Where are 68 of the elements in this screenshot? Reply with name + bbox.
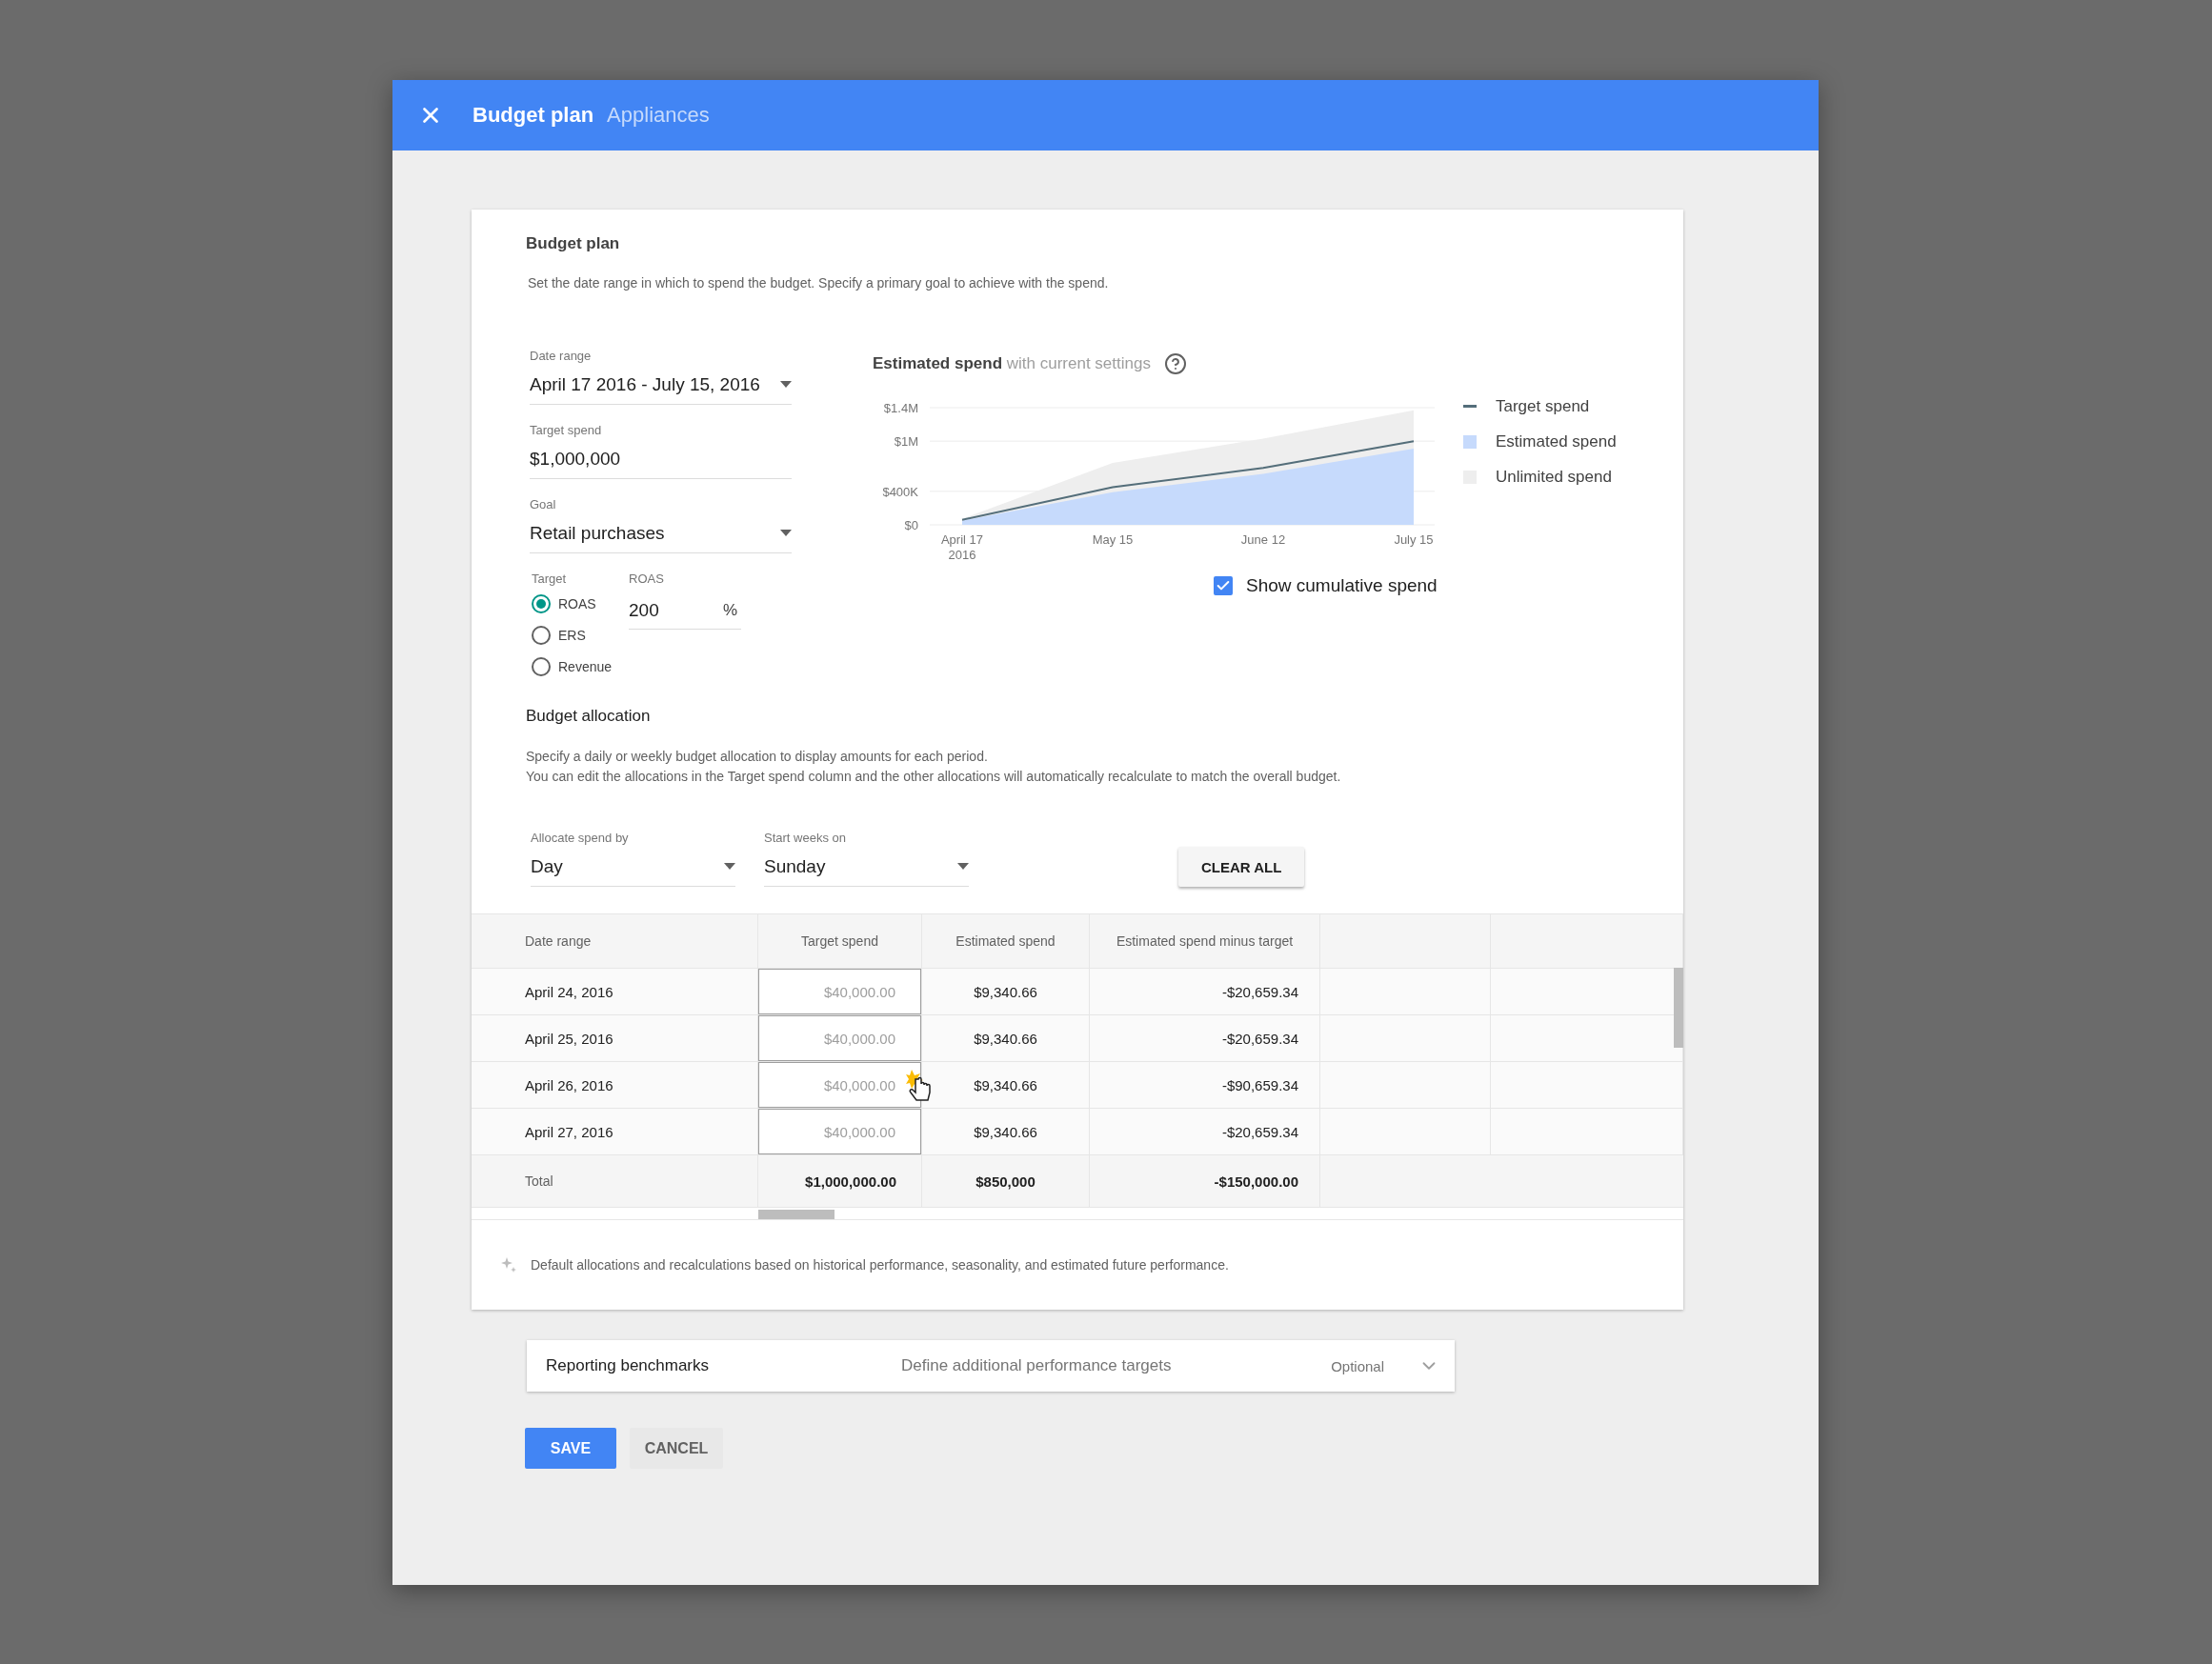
dropdown[interactable]: Day: [531, 851, 735, 887]
column-header: Estimated spend: [922, 914, 1090, 968]
column-header: Date range: [472, 914, 758, 968]
chart-title: Estimated spend with current settings: [873, 354, 1151, 373]
field-label: Allocate spend by: [531, 831, 630, 845]
field-label: Goal: [530, 497, 557, 511]
field-label: Target spend: [530, 423, 603, 437]
dropdown[interactable]: Retail purchases: [530, 517, 792, 553]
cancel-button[interactable]: CANCEL: [630, 1428, 723, 1469]
table-cell: $9,340.66: [922, 1015, 1090, 1061]
sparkle-icon: [500, 1256, 517, 1273]
section-description: Set the date range in which to spend the budget. Specify a primary goal to achieve with the spend.: [528, 274, 1110, 292]
table-cell: -$20,659.34: [1090, 969, 1320, 1014]
checkbox[interactable]: Show cumulative spend: [1214, 575, 1617, 596]
legend-item: Target spend: [1463, 396, 1617, 416]
column-header: Estimated spend minus target: [1090, 914, 1320, 968]
axis-label: April 17 2016: [940, 532, 984, 562]
table-cell: Total: [472, 1155, 758, 1207]
axis-label: $1M: [894, 434, 918, 450]
panel-description: Define additional performance targets: [901, 1356, 1173, 1375]
caret-icon: [957, 863, 969, 870]
section-description: You can edit the allocations in the Target spend column and the other allocations will automatically recalculate to match the overall budget.: [526, 768, 1342, 786]
field-label: Start weeks on: [764, 831, 847, 845]
table-cell: $9,340.66: [922, 1062, 1090, 1108]
dropdown[interactable]: April 17 2016 - July 15, 2016: [530, 369, 792, 405]
caret-icon: [780, 381, 792, 388]
save-button[interactable]: SAVE: [525, 1428, 616, 1469]
axis-label: $0: [904, 518, 918, 532]
footnote: Default allocations and recalculations based on historical performance, seasonality, and estimated future performance.: [531, 1257, 1229, 1273]
axis-label: June 12: [1240, 532, 1286, 547]
table-cell: -$20,659.34: [1090, 1109, 1320, 1154]
table-cell: -$150,000.00: [1090, 1155, 1320, 1207]
radio-option[interactable]: ERS: [532, 623, 629, 647]
table-cell: -$20,659.34: [1090, 1015, 1320, 1061]
table-cell: $9,340.66: [922, 1109, 1090, 1154]
axis-label: $1.4M: [883, 401, 918, 415]
table-cell: $1,000,000.00: [758, 1155, 922, 1207]
input-field[interactable]: $1,000,000: [530, 443, 792, 479]
section-title: Budget plan: [526, 234, 621, 253]
axis-label: May 15: [1092, 532, 1134, 547]
benchmarks-panel[interactable]: Reporting benchmarks Define additional performance targets Optional: [527, 1340, 1455, 1392]
legend-item: Unlimited spend: [1463, 467, 1617, 487]
panel-title: Reporting benchmarks: [546, 1356, 711, 1375]
field-label: Target: [532, 571, 568, 586]
scrollbar-thumb[interactable]: [758, 1210, 835, 1219]
help-icon[interactable]: [1163, 352, 1187, 375]
optional-label: Optional: [1331, 1357, 1384, 1374]
legend-item: Estimated spend: [1463, 431, 1617, 451]
dropdown[interactable]: Sunday: [764, 851, 969, 887]
dialog-subtitle: Appliances: [607, 103, 710, 128]
section-title: Budget allocation: [526, 707, 652, 726]
caret-icon: [780, 530, 792, 536]
radio-option[interactable]: ROAS: [532, 591, 629, 615]
clear-all-button[interactable]: CLEAR ALL: [1178, 847, 1305, 887]
field-label: ROAS: [629, 571, 665, 586]
axis-label: $400K: [882, 484, 918, 499]
input-field[interactable]: 200 %: [629, 591, 741, 630]
field-label: Date range: [530, 349, 593, 363]
table-cell: -$90,659.34: [1090, 1062, 1320, 1108]
scrollbar-thumb[interactable]: [1674, 968, 1683, 1048]
table-cell: $850,000: [922, 1155, 1090, 1207]
caret-icon: [724, 863, 735, 870]
dialog-title: Budget plan: [473, 103, 594, 128]
column-header: Target spend: [758, 914, 922, 968]
radio-option[interactable]: Revenue: [532, 654, 629, 678]
axis-label: July 15: [1394, 532, 1434, 547]
table-cell: $9,340.66: [922, 969, 1090, 1014]
section-description: Specify a daily or weekly budget allocation to display amounts for each period.: [526, 748, 989, 766]
